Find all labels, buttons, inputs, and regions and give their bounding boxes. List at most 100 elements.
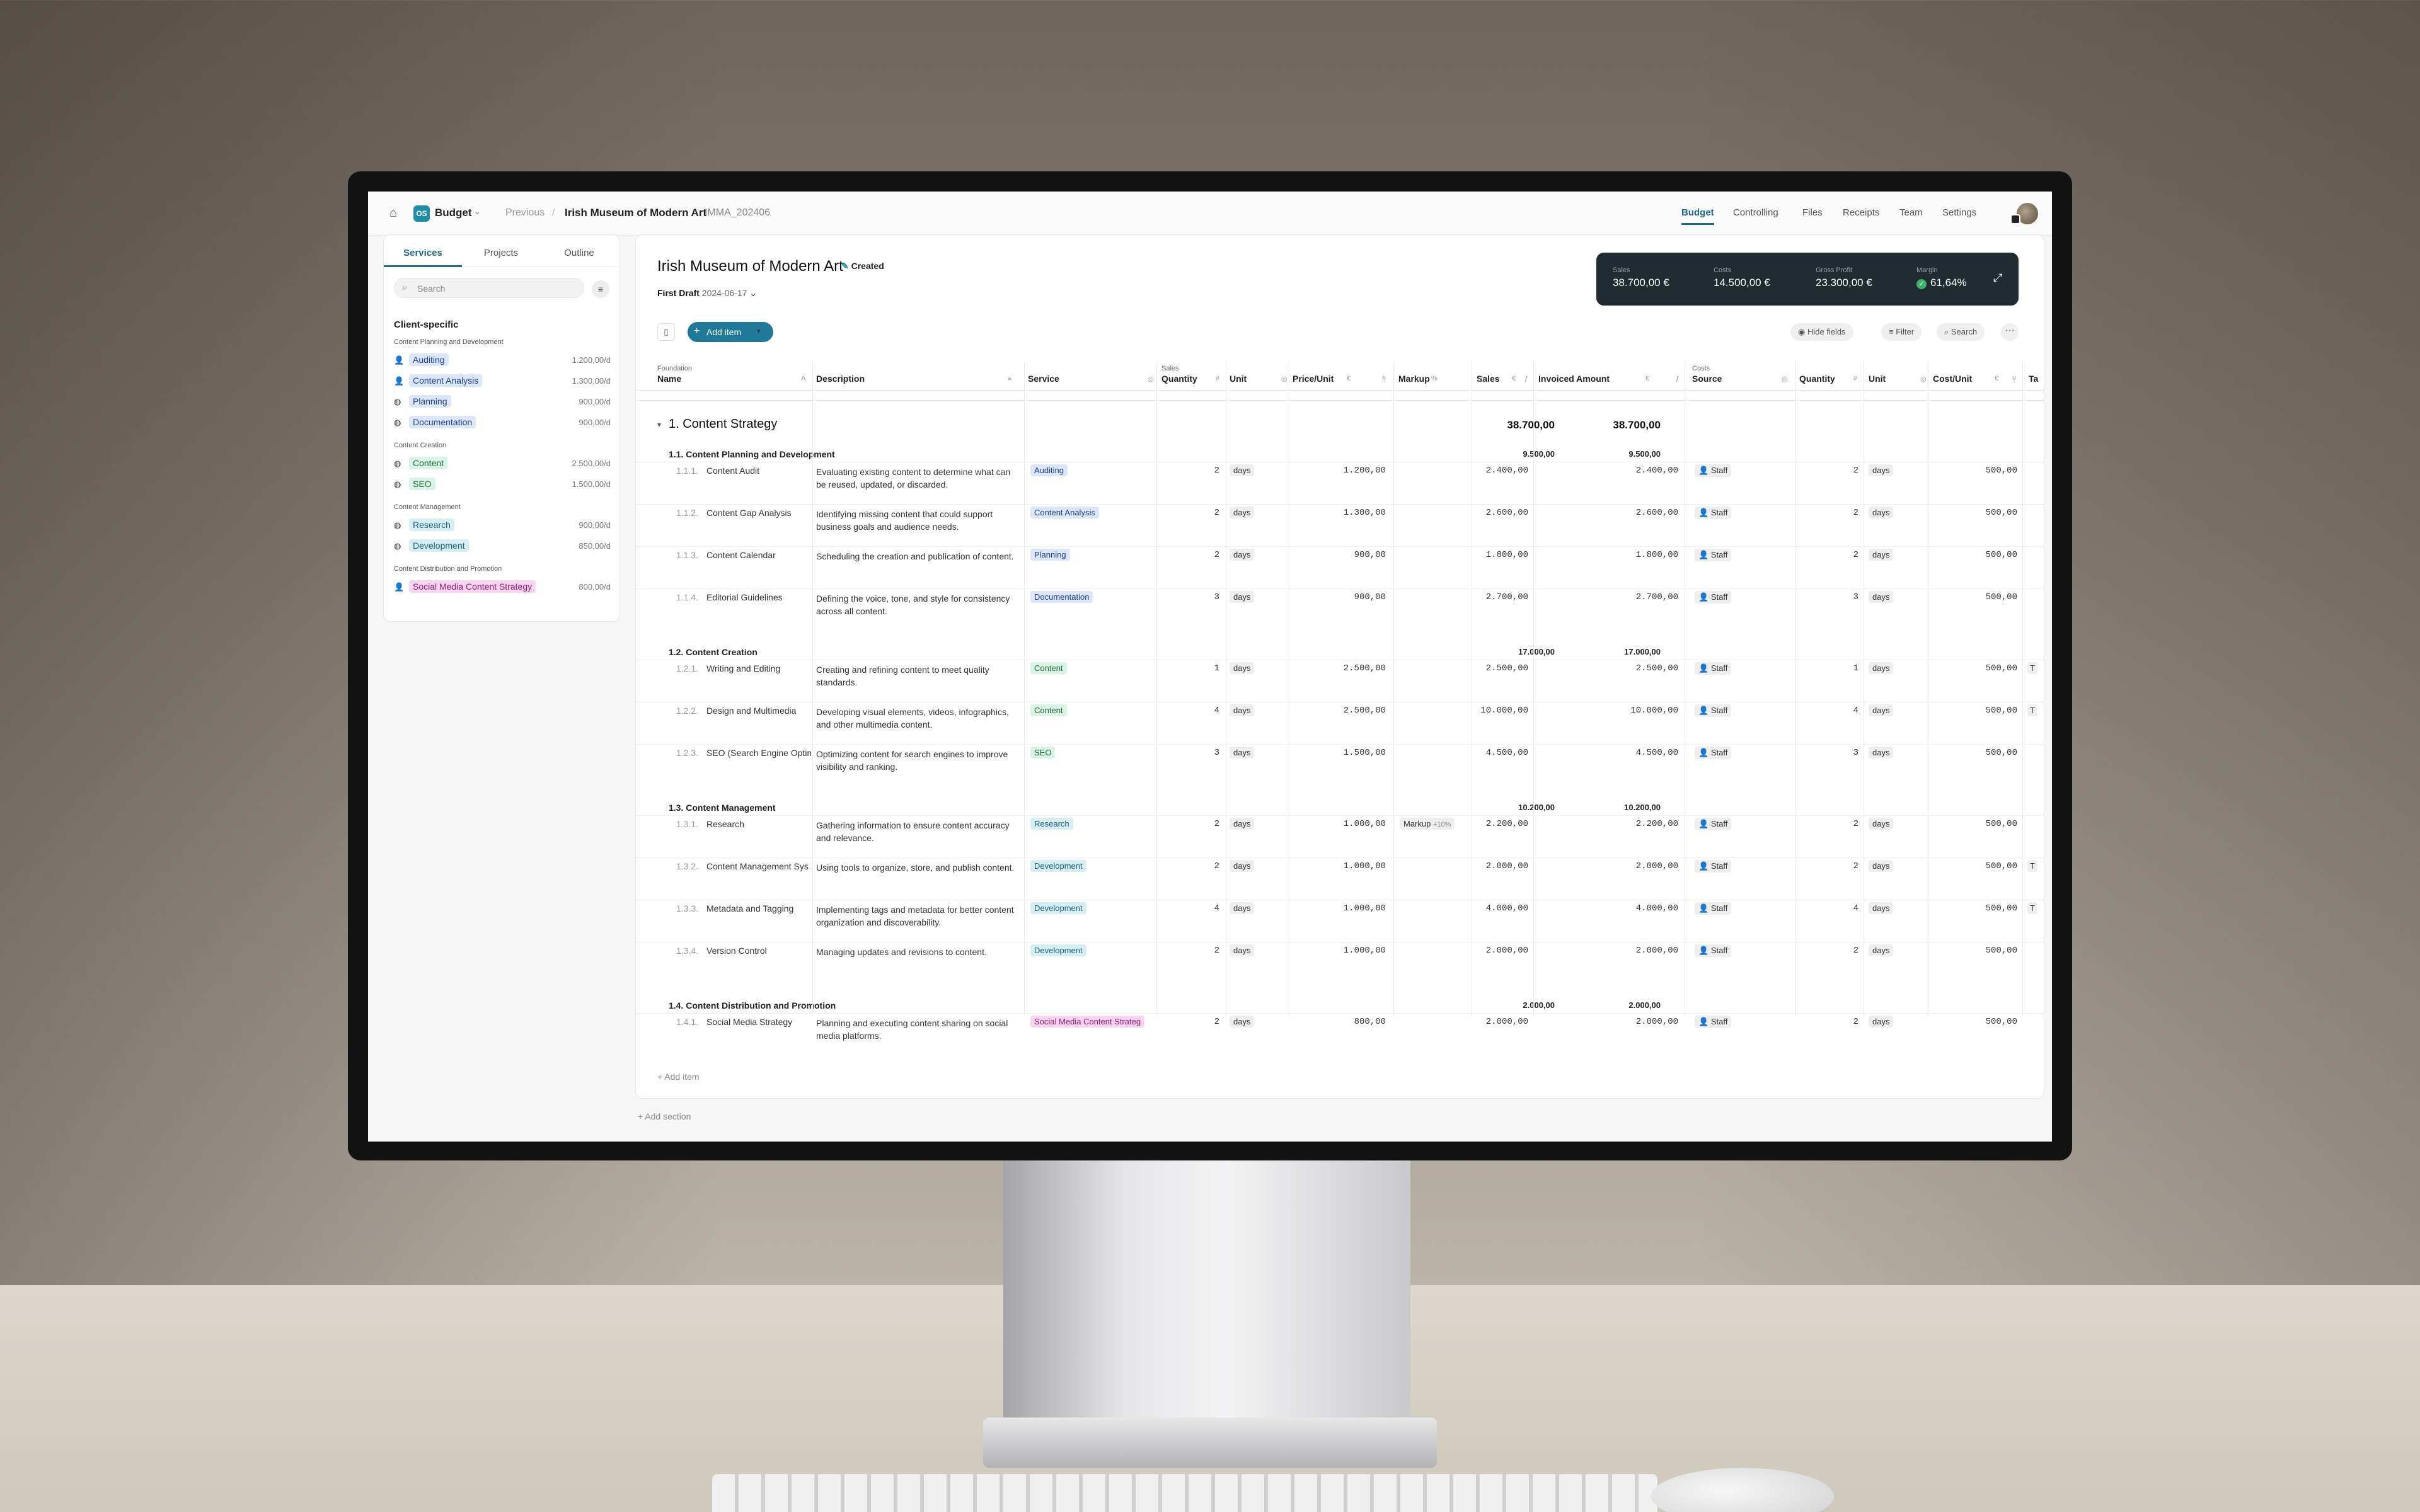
draft-selector[interactable]: First Draft 2024-06-17 ⌄ bbox=[657, 288, 757, 299]
row-quantity[interactable]: 3 bbox=[1182, 748, 1219, 758]
row-name[interactable]: Social Media Strategy bbox=[706, 1017, 811, 1027]
row-unit[interactable]: days bbox=[1230, 818, 1255, 830]
row-price[interactable]: 1.000,00 bbox=[1304, 819, 1386, 829]
column-header-service[interactable]: Service bbox=[1028, 374, 1059, 384]
row-cost-unit-price[interactable]: 500,00 bbox=[1944, 706, 2017, 716]
row-source[interactable]: 👤 Staff bbox=[1695, 662, 1732, 675]
row-price[interactable]: 1.500,00 bbox=[1304, 748, 1386, 758]
row-price[interactable]: 1.000,00 bbox=[1304, 946, 1386, 956]
row-tag[interactable]: T bbox=[2027, 860, 2037, 872]
column-header-description[interactable]: Description bbox=[816, 374, 865, 384]
row-cost-unit-price[interactable]: 500,00 bbox=[1944, 748, 2017, 758]
row-quantity[interactable]: 4 bbox=[1182, 903, 1219, 914]
row-cost-unit-price[interactable]: 500,00 bbox=[1944, 550, 2017, 560]
sidebar-item-planning[interactable]: ◍ Planning 900,00/d bbox=[394, 394, 611, 410]
row-source[interactable]: 👤 Staff bbox=[1695, 549, 1732, 561]
row-name[interactable]: Design and Multimedia bbox=[706, 706, 811, 716]
breadcrumb-project[interactable]: Irish Museum of Modern Art bbox=[565, 207, 706, 219]
row-cost-quantity[interactable]: 2 bbox=[1821, 861, 1858, 871]
tab-outline[interactable]: Outline bbox=[540, 248, 618, 258]
row-description[interactable]: Gathering information to ensure content … bbox=[816, 819, 1018, 844]
row-unit[interactable]: days bbox=[1230, 549, 1255, 561]
row-cost-unit[interactable]: days bbox=[1869, 944, 1894, 956]
row-quantity[interactable]: 4 bbox=[1182, 706, 1219, 716]
sidebar-item-research[interactable]: ◍ Research 900,00/d bbox=[394, 517, 611, 534]
row-cost-unit[interactable]: days bbox=[1869, 662, 1894, 674]
row-quantity[interactable]: 2 bbox=[1182, 508, 1219, 518]
column-header-ta[interactable]: Ta bbox=[2029, 374, 2038, 384]
row-source[interactable]: 👤 Staff bbox=[1695, 747, 1732, 759]
search-button[interactable]: ⌕ Search bbox=[1937, 323, 1985, 341]
chevron-down-icon[interactable]: ▾ bbox=[757, 327, 761, 335]
chevron-down-icon[interactable]: ⌄ bbox=[474, 207, 481, 217]
service-tag[interactable]: SEO bbox=[1030, 747, 1056, 759]
row-cost-unit[interactable]: days bbox=[1869, 704, 1894, 716]
row-cost-unit-price[interactable]: 500,00 bbox=[1944, 903, 2017, 914]
row-quantity[interactable]: 2 bbox=[1182, 550, 1219, 560]
row-unit[interactable]: days bbox=[1230, 1016, 1255, 1028]
row-unit[interactable]: days bbox=[1230, 704, 1255, 716]
row-cost-quantity[interactable]: 2 bbox=[1821, 1017, 1858, 1027]
row-price[interactable]: 1.200,00 bbox=[1304, 466, 1386, 476]
row-tag[interactable]: T bbox=[2027, 662, 2037, 674]
column-header-invoiced-amount[interactable]: Invoiced Amount bbox=[1538, 374, 1610, 384]
row-cost-quantity[interactable]: 2 bbox=[1821, 466, 1858, 476]
row-name[interactable]: Research bbox=[706, 819, 811, 829]
column-header-cost-unit[interactable]: Cost/Unit bbox=[1933, 374, 1972, 384]
row-price[interactable]: 2.500,00 bbox=[1304, 706, 1386, 716]
row-cost-unit[interactable]: days bbox=[1869, 591, 1894, 603]
row-tag[interactable]: T bbox=[2027, 902, 2037, 914]
more-icon[interactable]: ··· bbox=[2001, 323, 2019, 341]
sidebar-item-documentation[interactable]: ◍ Documentation 900,00/d bbox=[394, 415, 611, 431]
row-cost-unit[interactable]: days bbox=[1869, 464, 1894, 476]
row-description[interactable]: Planning and executing content sharing o… bbox=[816, 1017, 1018, 1042]
row-price[interactable]: 900,00 bbox=[1304, 592, 1386, 602]
row-cost-unit-price[interactable]: 500,00 bbox=[1944, 861, 2017, 871]
row-cost-unit-price[interactable]: 500,00 bbox=[1944, 663, 2017, 673]
status-badge[interactable]: ✎ Created bbox=[841, 261, 884, 272]
row-source[interactable]: 👤 Staff bbox=[1695, 860, 1732, 873]
row-name[interactable]: Content Management Sys bbox=[706, 861, 811, 871]
add-section-row[interactable]: + Add section bbox=[638, 1111, 691, 1121]
tab-projects[interactable]: Projects bbox=[462, 248, 540, 258]
row-cost-quantity[interactable]: 3 bbox=[1821, 748, 1858, 758]
row-unit[interactable]: days bbox=[1230, 591, 1255, 603]
row-source[interactable]: 👤 Staff bbox=[1695, 507, 1732, 519]
subsection-title[interactable]: 1.1. Content Planning and Development bbox=[669, 449, 835, 459]
home-icon[interactable]: ⌂ bbox=[386, 205, 401, 220]
module-switcher[interactable]: Budget bbox=[435, 207, 472, 219]
row-cost-quantity[interactable]: 3 bbox=[1821, 592, 1858, 602]
row-cost-unit[interactable]: days bbox=[1869, 507, 1894, 518]
column-header-quantity[interactable]: Quantity bbox=[1161, 374, 1197, 384]
row-cost-quantity[interactable]: 4 bbox=[1821, 903, 1858, 914]
panel-toggle-icon[interactable]: ▯ bbox=[657, 323, 675, 341]
row-name[interactable]: Content Calendar bbox=[706, 550, 811, 560]
row-name[interactable]: Content Gap Analysis bbox=[706, 508, 811, 518]
row-cost-quantity[interactable]: 2 bbox=[1821, 946, 1858, 956]
column-header-price-unit[interactable]: Price/Unit bbox=[1293, 374, 1334, 384]
sidebar-item-seo[interactable]: ◍ SEO 1.500,00/d bbox=[394, 476, 611, 493]
row-price[interactable]: 900,00 bbox=[1304, 550, 1386, 560]
row-description[interactable]: Optimizing content for search engines to… bbox=[816, 748, 1018, 773]
nav-settings[interactable]: Settings bbox=[1942, 207, 1976, 218]
hide-fields-button[interactable]: ◉ Hide fields bbox=[1790, 323, 1853, 341]
column-header-unit[interactable]: Unit bbox=[1869, 374, 1886, 384]
row-source[interactable]: 👤 Staff bbox=[1695, 1016, 1732, 1028]
row-cost-unit[interactable]: days bbox=[1869, 747, 1894, 759]
column-header-quantity[interactable]: Quantity bbox=[1799, 374, 1835, 384]
row-name[interactable]: Content Audit bbox=[706, 466, 811, 476]
sidebar-item-development[interactable]: ◍ Development 850,00/d bbox=[394, 538, 611, 554]
row-unit[interactable]: days bbox=[1230, 860, 1255, 872]
row-cost-quantity[interactable]: 4 bbox=[1821, 706, 1858, 716]
row-name[interactable]: Editorial Guidelines bbox=[706, 592, 811, 602]
tab-services[interactable]: Services bbox=[384, 248, 462, 258]
row-description[interactable]: Defining the voice, tone, and style for … bbox=[816, 592, 1018, 617]
row-description[interactable]: Identifying missing content that could s… bbox=[816, 508, 1018, 533]
row-quantity[interactable]: 1 bbox=[1182, 663, 1219, 673]
row-description[interactable]: Using tools to organize, store, and publ… bbox=[816, 861, 1018, 874]
service-tag[interactable]: Content bbox=[1030, 704, 1067, 716]
row-name[interactable]: Writing and Editing bbox=[706, 663, 811, 673]
row-description[interactable]: Evaluating existing content to determine… bbox=[816, 466, 1018, 491]
service-tag[interactable]: Auditing bbox=[1030, 464, 1068, 476]
row-description[interactable]: Developing visual elements, videos, info… bbox=[816, 706, 1018, 731]
